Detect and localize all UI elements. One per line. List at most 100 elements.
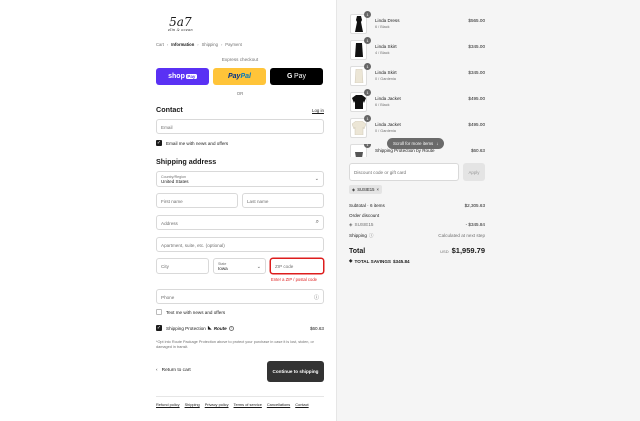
email-offers-label: Email me with news and offers (166, 140, 229, 146)
item-variant: 6 / Black (375, 25, 390, 29)
chevron-right-icon: › (166, 42, 169, 47)
quantity-badge: 1 (364, 11, 371, 18)
info-icon[interactable]: i (228, 325, 234, 331)
shop-pay-badge: Pay (185, 74, 197, 79)
cart-item: 1 Linda Jacket 6 / Black $495.00 (350, 89, 485, 112)
chevron-left-icon: ‹ (156, 368, 158, 373)
breadcrumb-cart[interactable]: Cart (156, 42, 164, 47)
help-circle-icon[interactable]: ⓘ (314, 294, 319, 301)
login-link[interactable]: Log in (312, 108, 324, 113)
item-variant: 4 / Black (375, 51, 390, 55)
footer-contact[interactable]: Contact (295, 402, 308, 407)
footer-terms[interactable]: Terms of service (234, 402, 262, 407)
paypal-wordmark-b: Pal (240, 73, 251, 80)
discount-tag: ◈ SUSIE15 × (349, 185, 382, 194)
zip-field[interactable]: ZIP code (270, 258, 324, 274)
savings-value: $345.84 (392, 258, 410, 264)
help-circle-icon[interactable]: ⓘ (369, 233, 374, 239)
order-discount-row: Order discount (349, 213, 485, 218)
chevron-right-icon: › (220, 42, 223, 47)
item-price: $60.63 (470, 148, 485, 153)
country-select[interactable]: Country/Region United States ⌄ (156, 171, 324, 187)
address-field[interactable]: Address ⌕ (156, 215, 324, 230)
item-price: $495.00 (468, 96, 485, 101)
return-to-cart-link[interactable]: ‹ Return to cart (156, 368, 191, 373)
brand-sub: elin & ocean (168, 28, 193, 32)
zip-placeholder: ZIP code (275, 264, 294, 269)
order-discount-label: Order discount (349, 213, 380, 218)
first-name-placeholder: First name (161, 198, 183, 204)
cart-item: 1 Linda Dress 6 / Black $565.00 (350, 11, 485, 34)
quantity-badge: 1 (364, 144, 371, 148)
zip-error-message: Enter a ZIP / postal code (271, 277, 318, 282)
item-price: $565.00 (468, 18, 485, 23)
last-name-placeholder: Last name (247, 198, 269, 204)
last-name-field[interactable]: Last name (242, 193, 324, 208)
discount-code-input[interactable]: Discount code or gift card (349, 163, 459, 181)
email-placeholder: Email (161, 124, 173, 130)
or-divider: OR (236, 91, 244, 96)
discount-tag-code: SUSIE15 (357, 187, 375, 192)
route-checkbox[interactable]: ✓ (156, 325, 162, 331)
route-label: Shipping Protection (166, 325, 206, 331)
shipping-label: Shipping (349, 233, 367, 238)
route-disclaimer: *Opt into Route Package Protection above… (156, 340, 314, 350)
paypal-wordmark-a: Pay (228, 73, 241, 80)
discount-placeholder: Discount code or gift card (354, 170, 407, 175)
google-icon: G (286, 73, 293, 80)
footer-privacy-policy[interactable]: Privacy policy (205, 402, 229, 407)
route-price: $60.63 (309, 325, 324, 331)
paypal-button[interactable]: Pay Pal (213, 68, 266, 85)
apply-discount-button[interactable]: Apply (463, 163, 485, 181)
tag-icon: ◈ (349, 222, 353, 227)
shipping-value: Calculated at next step (438, 233, 485, 238)
shipping-row: Shipping ⓘ Calculated at next step (349, 233, 485, 239)
subtotal-value: $2,305.63 (464, 203, 485, 208)
state-select[interactable]: State Iowa ⌄ (213, 258, 266, 274)
breadcrumb: Cart › Information › Shipping › Payment (156, 42, 242, 47)
route-logo-text: Route (213, 325, 227, 331)
return-label: Return to cart (161, 368, 191, 373)
email-field[interactable]: Email (156, 119, 324, 134)
checkbox-empty-icon (156, 309, 162, 315)
tag-icon: ◈ (349, 258, 353, 263)
footer-shipping[interactable]: Shipping (185, 402, 200, 407)
chevron-down-icon: ⌄ (314, 176, 319, 182)
chevron-right-icon: › (197, 42, 199, 47)
close-icon[interactable]: × (376, 187, 378, 192)
shop-pay-button[interactable]: shop Pay (156, 68, 209, 85)
route-protection-row: ✓ Shipping Protection ◣ Route i $60.63 (156, 325, 324, 331)
cart-item: 1 Linda Jacket 0 / Gardenia $495.00 (350, 115, 485, 138)
apartment-field[interactable]: Apartment, suite, etc. (optional) (156, 237, 324, 252)
phone-placeholder: Phone (161, 294, 175, 300)
scroll-for-more-button[interactable]: Scroll for more items ↓ (387, 138, 445, 149)
item-name: Linda Dress (375, 18, 400, 23)
country-value: United States (161, 179, 189, 184)
savings-label: TOTAL SAVINGS (354, 258, 391, 264)
google-pay-button[interactable]: G Pay (270, 68, 323, 85)
item-variant: 0 / Gardenia (375, 77, 396, 81)
city-field[interactable]: City (156, 258, 209, 274)
state-label: State (218, 261, 227, 266)
first-name-field[interactable]: First name (156, 193, 238, 208)
state-value: Iowa (218, 266, 228, 271)
continue-to-shipping-button[interactable]: Continue to shipping (267, 361, 324, 382)
footer-refund-policy[interactable]: Refund policy (156, 402, 180, 407)
search-icon: ⌕ (315, 219, 319, 225)
item-name: Linda Jacket (375, 122, 401, 127)
footer-links: Refund policy Shipping Privacy policy Te… (156, 402, 309, 407)
total-value: $1,959.79 (451, 246, 485, 255)
phone-field[interactable]: Phone ⓘ (156, 289, 324, 304)
express-buttons: shop Pay Pay Pal G Pay (156, 68, 323, 85)
text-offers-checkbox[interactable]: Text me with news and offers (156, 309, 225, 315)
arrow-down-icon: ↓ (436, 141, 439, 146)
city-placeholder: City (161, 263, 169, 269)
email-offers-checkbox[interactable]: ✓ Email me with news and offers (156, 140, 228, 146)
item-variant: 6 / Black (375, 103, 390, 107)
subtotal-label: Subtotal · 6 items (349, 203, 385, 208)
route-logo-icon: ◣ (207, 325, 212, 331)
brand-logo[interactable]: 5a7 elin & ocean (168, 16, 193, 32)
footer-cancellations[interactable]: Cancellations (267, 402, 290, 407)
discount-code-row: ◈ SUSIE15 - $345.84 (349, 222, 485, 228)
scroll-hint-label: Scroll for more items (393, 141, 434, 146)
